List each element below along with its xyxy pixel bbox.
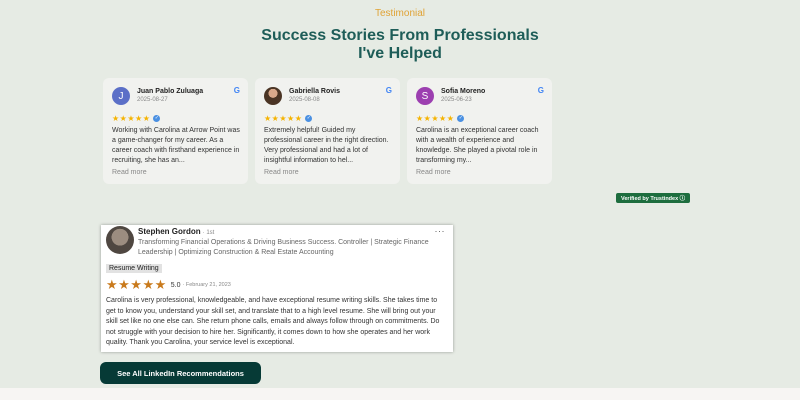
review-date: 2025-08-08 — [289, 97, 320, 103]
google-icon: G — [233, 86, 240, 95]
google-icon: G — [385, 86, 392, 95]
more-options-icon[interactable]: ··· — [435, 226, 446, 236]
recommender-name[interactable]: Stephen Gordon — [138, 227, 201, 236]
verified-check-icon: ✓ — [305, 114, 313, 122]
reviewer-avatar: J — [112, 87, 130, 105]
star-rating: ★★★★★ — [112, 113, 151, 123]
recommendation-date: · February 21, 2023 — [182, 282, 231, 288]
service-tag: Resume Writing — [106, 264, 162, 273]
recommender-name-row: Stephen Gordon · 1st — [138, 227, 214, 236]
review-card: Gabriella Rovis 2025-08-08 G ★★★★★ ✓ Ext… — [255, 78, 400, 184]
heading-line-1: Success Stories From Professionals — [261, 27, 539, 44]
star-rating: ★★★★★ — [264, 113, 303, 123]
recommender-headline: Transforming Financial Operations & Driv… — [138, 239, 429, 256]
read-more-link[interactable]: Read more — [264, 169, 392, 176]
see-all-linkedin-button[interactable]: See All LinkedIn Recommendations — [100, 362, 261, 384]
review-card: S Sofia Moreno 2025-06-23 G ★★★★★ ✓ Caro… — [407, 78, 552, 184]
review-card: J Juan Pablo Zuluaga 2025-08-27 G ★★★★★ … — [103, 78, 248, 184]
reviewer-name: Juan Pablo Zuluaga — [137, 88, 204, 95]
heading-line-2: I've Helped — [358, 45, 442, 62]
verified-check-icon: ✓ — [457, 114, 465, 122]
recommendation-text: Carolina is very professional, knowledge… — [106, 297, 440, 346]
reviewer-avatar: S — [416, 87, 434, 105]
google-icon: G — [537, 86, 544, 95]
recommendation-rating: ★★★★★ 5.0 · February 21, 2023 — [106, 277, 231, 293]
footer-strip — [0, 388, 800, 400]
review-date: 2025-08-27 — [137, 97, 168, 103]
review-text: Extremely helpful! Guided my professiona… — [264, 127, 389, 164]
rating-score: 5.0 — [170, 281, 181, 289]
review-date: 2025-06-23 — [441, 97, 472, 103]
star-rating: ★★★★★ — [416, 113, 455, 123]
linkedin-recommendation-card: Stephen Gordon · 1st ··· Transforming Fin… — [101, 225, 453, 352]
section-heading: Success Stories From Professionals I've … — [0, 27, 800, 63]
section-eyebrow: Testimonial — [374, 8, 426, 19]
read-more-link[interactable]: Read more — [416, 169, 544, 176]
verified-check-icon: ✓ — [153, 114, 161, 122]
read-more-link[interactable]: Read more — [112, 169, 240, 176]
trustindex-verified-badge[interactable]: Verified by Trustindex ⓘ — [616, 193, 691, 203]
reviewer-avatar — [264, 87, 282, 105]
avatar[interactable] — [106, 226, 134, 254]
reviewer-name: Sofia Moreno — [441, 88, 486, 95]
star-rating: ★★★★★ — [106, 277, 167, 292]
review-text: Carolina is an exceptional career coach … — [416, 127, 539, 164]
reviewer-name: Gabriella Rovis — [289, 88, 340, 95]
review-text: Working with Carolina at Arrow Point was… — [112, 127, 240, 164]
connection-degree: · 1st — [202, 230, 215, 236]
